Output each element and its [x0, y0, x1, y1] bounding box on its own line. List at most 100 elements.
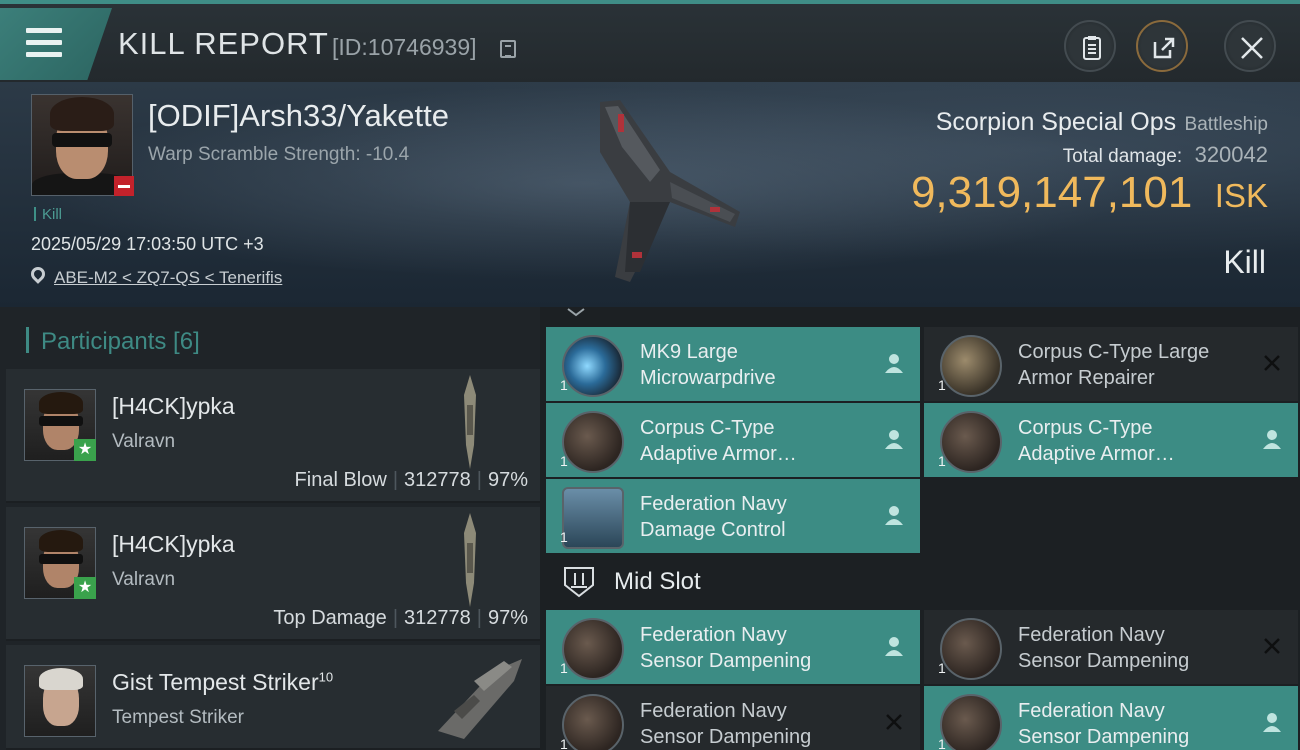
participant-ship: Valravn: [112, 569, 176, 590]
module-quantity: 1: [560, 660, 568, 676]
module-item[interactable]: 1 Federation Navy Sensor Dampening: [546, 610, 920, 684]
module-item[interactable]: 1 Corpus C-Type Large Armor Repairer: [924, 327, 1298, 401]
isk-unit: ISK: [1214, 177, 1268, 214]
module-quantity: 1: [560, 736, 568, 750]
participant-role: Final Blow: [294, 469, 387, 491]
fitting-panel: 1 MK9 Large Microwarpdrive 1 Corpus C-Typ…: [540, 307, 1300, 750]
fitted-person-icon: [885, 506, 903, 525]
kill-tag: Kill: [34, 206, 62, 223]
module-quantity: 1: [938, 453, 946, 469]
hostile-badge-icon: [114, 176, 134, 196]
module-item[interactable]: 1 Corpus C-Type Adaptive Armor…: [546, 403, 920, 477]
participant-row[interactable]: ★ [H4CK]ypka Valravn Final Blow | 312778 | 9…: [6, 369, 540, 503]
module-quantity: 1: [560, 453, 568, 469]
armor-hardener-icon: [940, 411, 1002, 473]
participant-ship-icon: [464, 513, 476, 607]
participant-avatar: [24, 665, 96, 737]
copy-icon[interactable]: [500, 40, 516, 58]
participant-stats: Final Blow | 312778 | 97%: [294, 469, 528, 491]
chevron-up-icon[interactable]: [566, 307, 586, 317]
warp-scramble-strength: Warp Scramble Strength: -10.4: [148, 144, 410, 165]
module-name: Federation Navy Sensor Dampening: [640, 700, 812, 748]
participant-damage: 312778: [404, 607, 471, 629]
module-name: Federation Navy Damage Control: [640, 493, 787, 541]
module-name: Corpus C-Type Adaptive Armor…: [640, 417, 797, 465]
victim-ship-image: [600, 100, 740, 282]
destroyed-x-icon: [1264, 355, 1280, 371]
total-damage-label: Total damage:: [1062, 146, 1183, 167]
location-link[interactable]: ABE-M2 < ZQ7-QS < Tenerifis: [54, 268, 282, 288]
clipboard-icon: [1083, 36, 1101, 60]
star-icon: ★: [74, 439, 96, 461]
victim-name[interactable]: [ODIF]Arsh33/Yakette: [148, 98, 449, 134]
menu-button[interactable]: [0, 8, 112, 80]
result-label: Kill: [1223, 244, 1266, 280]
sensor-dampener-icon: [562, 618, 624, 680]
participant-stats: Top Damage | 312778 | 97%: [273, 607, 528, 629]
clipboard-button[interactable]: [1064, 20, 1116, 72]
top-bar: KILL REPORT [ID:10746939]: [0, 0, 1300, 82]
report-id: [ID:10746939]: [332, 34, 477, 60]
participant-row[interactable]: Gist Tempest Striker10 Tempest Striker: [6, 645, 540, 750]
module-quantity: 1: [560, 529, 568, 545]
isk-amount: 9,319,147,101: [910, 168, 1193, 217]
fitted-person-icon: [885, 430, 903, 449]
armor-hardener-icon: [562, 411, 624, 473]
module-quantity: 1: [938, 736, 946, 750]
participant-role: Top Damage: [273, 607, 387, 629]
participant-ship-icon: [438, 659, 522, 739]
participant-name: Gist Tempest Striker10: [112, 669, 334, 695]
location-pin-icon: [28, 264, 48, 284]
participant-name: [H4CK]ypka: [112, 531, 235, 557]
destroyed-x-icon: [1264, 638, 1280, 654]
microwarpdrive-icon: [562, 335, 624, 397]
close-icon: [1241, 37, 1263, 59]
module-name: MK9 Large Microwarpdrive: [640, 341, 776, 389]
module-name: Corpus C-Type Large Armor Repairer: [1018, 341, 1210, 389]
fitted-person-icon: [885, 354, 903, 373]
mid-slot-header: Mid Slot: [546, 557, 920, 607]
module-item[interactable]: 1 Federation Navy Sensor Dampening: [924, 686, 1298, 750]
participant-ship: Valravn: [112, 431, 176, 452]
module-item[interactable]: 1 Federation Navy Sensor Dampening: [546, 686, 920, 750]
page-title: KILL REPORT: [118, 26, 329, 61]
participant-damage: 312778: [404, 469, 471, 491]
participant-ship-icon: [464, 375, 476, 469]
participants-panel: Participants [6] ★ [H4CK]ypka Valravn Fi…: [0, 307, 540, 750]
participant-percent: 97%: [487, 607, 528, 629]
module-item[interactable]: 1 Corpus C-Type Adaptive Armor…: [924, 403, 1298, 477]
participant-name: [H4CK]ypka: [112, 393, 235, 419]
module-name: Corpus C-Type Adaptive Armor…: [1018, 417, 1175, 465]
ship-name[interactable]: Scorpion Special Ops: [936, 108, 1176, 136]
kill-summary: [ODIF]Arsh33/Yakette Warp Scramble Stren…: [0, 82, 1300, 307]
module-quantity: 1: [560, 377, 568, 393]
module-quantity: 1: [938, 660, 946, 676]
module-name: Federation Navy Sensor Dampening: [1018, 624, 1190, 672]
total-damage-value: 320042: [1194, 142, 1268, 167]
fitted-person-icon: [885, 637, 903, 656]
participant-name-superscript: 10: [318, 669, 334, 685]
fitted-person-icon: [1263, 713, 1281, 732]
mid-slot-label: Mid Slot: [614, 568, 701, 595]
ship-class: Battleship: [1184, 114, 1268, 135]
module-name: Federation Navy Sensor Dampening: [640, 624, 812, 672]
module-item[interactable]: 1 Federation Navy Sensor Dampening: [924, 610, 1298, 684]
participant-ship: Tempest Striker: [112, 707, 244, 728]
participants-header: Participants [6]: [26, 327, 200, 356]
module-item[interactable]: 1 MK9 Large Microwarpdrive: [546, 327, 920, 401]
share-icon: [1153, 37, 1175, 59]
module-quantity: 1: [938, 377, 946, 393]
module-name: Federation Navy Sensor Dampening: [1018, 700, 1190, 748]
fitted-person-icon: [1263, 430, 1281, 449]
total-damage: Total damage: 320042: [1063, 142, 1268, 168]
sensor-dampener-icon: [940, 694, 1002, 750]
kill-datetime: 2025/05/29 17:03:50 UTC +3: [31, 234, 264, 254]
destroyed-x-icon: [886, 714, 902, 730]
module-item[interactable]: 1 Federation Navy Damage Control: [546, 479, 920, 553]
participant-row[interactable]: ★ [H4CK]ypka Valravn Top Damage | 312778 | 9…: [6, 507, 540, 641]
star-icon: ★: [74, 577, 96, 599]
sensor-dampener-icon: [940, 618, 1002, 680]
share-button[interactable]: [1136, 20, 1188, 72]
close-button[interactable]: [1224, 20, 1276, 72]
sensor-dampener-icon: [562, 694, 624, 750]
